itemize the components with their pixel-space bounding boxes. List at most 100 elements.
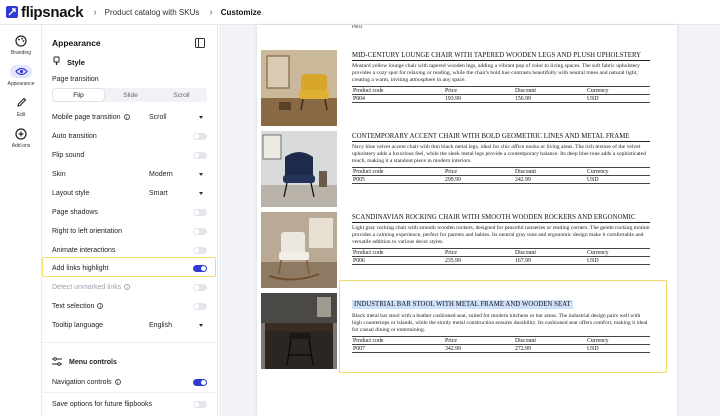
- menu-controls-header: Menu controls: [52, 356, 207, 368]
- header-currency: Currency: [586, 86, 650, 95]
- cell-price: 235.99: [444, 256, 514, 265]
- info-icon[interactable]: i: [123, 114, 130, 120]
- logo-text: flipsnack: [21, 3, 84, 21]
- header-currency: Currency: [586, 167, 650, 176]
- info-icon[interactable]: i: [97, 303, 104, 309]
- flipsnack-logo[interactable]: flipsnack: [6, 3, 84, 21]
- product-block-p005: CONTEMPORARY ACCENT CHAIR WITH BOLD GEOM…: [352, 133, 650, 184]
- rail-item-branding[interactable]: Branding: [0, 25, 42, 56]
- info-icon[interactable]: i: [124, 284, 131, 290]
- info-icon[interactable]: i: [114, 379, 121, 385]
- chevron-right-icon: ›: [93, 6, 97, 18]
- product-table: Product code Price Discount Currency P00…: [352, 248, 650, 265]
- save-options-label: Save options for future flipbooks: [52, 400, 153, 408]
- divider: [42, 342, 218, 343]
- product-title: SCANDINAVIAN ROCKING CHAIR WITH SMOOTH W…: [352, 214, 650, 223]
- rail-label-appearance: Appearance: [7, 81, 35, 87]
- transition-flip-button[interactable]: Flip: [53, 89, 104, 101]
- auto-transition-row: Auto transition: [52, 130, 207, 142]
- nav-controls-label: Navigation controls: [52, 378, 112, 386]
- breadcrumb-catalog[interactable]: Product catalog with SKUs: [105, 8, 200, 17]
- tooltip-language-select[interactable]: English: [147, 319, 207, 331]
- save-options-row: Save options for future flipbooks: [52, 398, 207, 410]
- cell-price: 193.99: [444, 94, 514, 103]
- cell-discount: 167.99: [514, 256, 586, 265]
- collapse-panel-icon[interactable]: [195, 38, 205, 48]
- cell-price: 299.99: [444, 175, 514, 184]
- cell-product-code: P006: [352, 256, 444, 265]
- mobile-transition-value: Scroll: [149, 113, 167, 121]
- page-shadows-label: Page shadows: [52, 208, 98, 216]
- table-row: P006 235.99 167.99 USD: [352, 256, 650, 265]
- links-highlight-row: Add links highlight: [52, 262, 207, 274]
- table-row: P004 193.99 156.99 USD: [352, 94, 650, 103]
- skin-select[interactable]: Modern: [147, 168, 207, 180]
- page-shadows-toggle[interactable]: [193, 208, 207, 216]
- product-image-rocking-chair: [261, 212, 337, 288]
- text-selection-toggle[interactable]: [193, 302, 207, 310]
- rail-item-appearance[interactable]: Appearance: [0, 56, 42, 87]
- layout-style-select[interactable]: Smart: [147, 187, 207, 199]
- rtl-row: Right to left orientation: [52, 225, 207, 237]
- caret-down-icon: [199, 172, 203, 176]
- nav-controls-toggle[interactable]: [193, 378, 207, 386]
- text-selection-row: Text selection i: [52, 300, 207, 312]
- auto-transition-toggle[interactable]: [193, 132, 207, 140]
- rail-item-edit[interactable]: Edit: [0, 87, 42, 118]
- selected-product-outline: [339, 280, 667, 373]
- header-currency: Currency: [586, 248, 650, 257]
- caret-down-icon: [199, 115, 203, 119]
- mobile-transition-select[interactable]: Scroll: [147, 111, 207, 123]
- product-block-p006: SCANDINAVIAN ROCKING CHAIR WITH SMOOTH W…: [352, 214, 650, 265]
- header-discount: Discount: [514, 86, 586, 95]
- appearance-panel: Appearance Style Page transition Flip Sl…: [42, 25, 218, 416]
- tooltip-language-row: Tooltip language English: [52, 319, 207, 331]
- cell-currency: USD: [586, 175, 650, 184]
- top-bar: flipsnack › Product catalog with SKUs › …: [0, 0, 720, 25]
- product-title: MID-CENTURY LOUNGE CHAIR WITH TAPERED WO…: [352, 52, 650, 61]
- chevron-right-icon: ›: [209, 6, 213, 18]
- detect-links-toggle[interactable]: [193, 283, 207, 291]
- mobile-transition-row: Mobile page transition i Scroll: [52, 111, 207, 123]
- rail-item-addons[interactable]: Add-ons: [0, 118, 42, 149]
- page-transition-segmented: Flip Slide Scroll: [52, 88, 207, 102]
- style-label: Style: [67, 57, 85, 67]
- table-row: Product code Price Discount Currency: [352, 167, 650, 176]
- left-icon-rail: Branding Appearance Edit Add-ons: [0, 25, 42, 416]
- rtl-label: Right to left orientation: [52, 227, 123, 235]
- menu-controls-label: Menu controls: [69, 358, 117, 366]
- sliders-icon: [52, 356, 62, 368]
- product-description: Mustard yellow lounge chair with tapered…: [352, 63, 640, 83]
- animate-label: Animate interactions: [52, 246, 116, 254]
- transition-slide-button[interactable]: Slide: [105, 88, 156, 102]
- table-row: Product code Price Discount Currency: [352, 86, 650, 95]
- skin-label: Skin: [52, 170, 66, 178]
- header-product-code: Product code: [352, 248, 444, 257]
- header-product-code: Product code: [352, 86, 444, 95]
- flipbook-preview: P003 MID-CENTURY LOUNGE CHAIR WITH TAPER…: [219, 25, 720, 416]
- caret-down-icon: [199, 323, 203, 327]
- table-row: Product code Price Discount Currency: [352, 248, 650, 257]
- animate-toggle[interactable]: [193, 246, 207, 254]
- rail-label-addons: Add-ons: [11, 143, 31, 149]
- cell-currency: USD: [586, 256, 650, 265]
- cell-product-code: P005: [352, 175, 444, 184]
- cell-product-code: P004: [352, 94, 444, 103]
- divider: [42, 392, 218, 393]
- plus-circle-icon: [10, 127, 32, 140]
- nav-controls-row: Navigation controls i: [52, 376, 207, 388]
- transition-scroll-button[interactable]: Scroll: [156, 88, 207, 102]
- animate-row: Animate interactions: [52, 244, 207, 256]
- links-highlight-toggle[interactable]: [193, 264, 207, 272]
- product-image-accent-chair: [261, 131, 337, 207]
- rtl-toggle[interactable]: [193, 227, 207, 235]
- detect-links-label: Detect unmarked links: [52, 283, 122, 291]
- cell-discount: 242.99: [514, 175, 586, 184]
- save-options-toggle[interactable]: [193, 400, 207, 408]
- skin-value: Modern: [149, 170, 173, 178]
- page-transition-label: Page transition: [52, 76, 99, 83]
- layout-style-value: Smart: [149, 189, 168, 197]
- header-discount: Discount: [514, 167, 586, 176]
- flip-sound-toggle[interactable]: [193, 151, 207, 159]
- detect-links-row: Detect unmarked links i: [52, 281, 207, 293]
